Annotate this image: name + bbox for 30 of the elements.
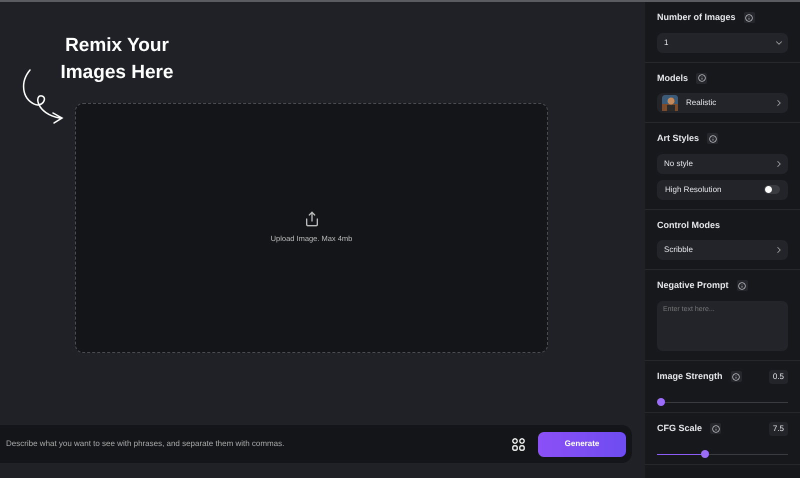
number-select[interactable]: 1 (657, 32, 788, 52)
info-icon[interactable] (710, 423, 722, 434)
heading-line: Remix Your (65, 34, 169, 58)
prompt-field[interactable]: Describe what you want to see with phrases, and separate them with commas. Generate (0, 425, 632, 463)
slider-thumb[interactable] (701, 450, 710, 458)
section-title: Negative Prompt (657, 279, 729, 292)
toggle-label: High Resolution (665, 184, 722, 196)
section-title: Models (657, 72, 688, 84)
upload-icon (304, 211, 320, 228)
info-icon[interactable] (730, 371, 742, 382)
model-thumbnail-icon (662, 95, 678, 111)
style-select[interactable]: No style (657, 154, 788, 174)
model-select[interactable]: Realistic (657, 93, 788, 113)
section-title: Control Modes (657, 218, 720, 232)
info-icon[interactable] (707, 133, 718, 144)
info-icon[interactable] (744, 12, 755, 24)
slider-thumb[interactable] (657, 398, 665, 406)
info-icon[interactable] (736, 280, 748, 292)
toggle-switch[interactable] (764, 185, 780, 194)
heading-line: Images Here (60, 61, 174, 85)
generate-button[interactable]: Generate (538, 432, 626, 456)
section-title: Number of Images (657, 11, 736, 24)
slider-value: 0.5 (768, 370, 788, 384)
info-icon[interactable] (696, 72, 708, 84)
control-mode-select[interactable]: Scribble (657, 240, 788, 260)
slider-value: 7.5 (768, 422, 788, 436)
section-title: CFG Scale (657, 422, 702, 435)
section-title: Image Strength (657, 370, 723, 383)
section-title: Art Styles (657, 132, 700, 145)
grid-icon[interactable] (512, 438, 525, 450)
